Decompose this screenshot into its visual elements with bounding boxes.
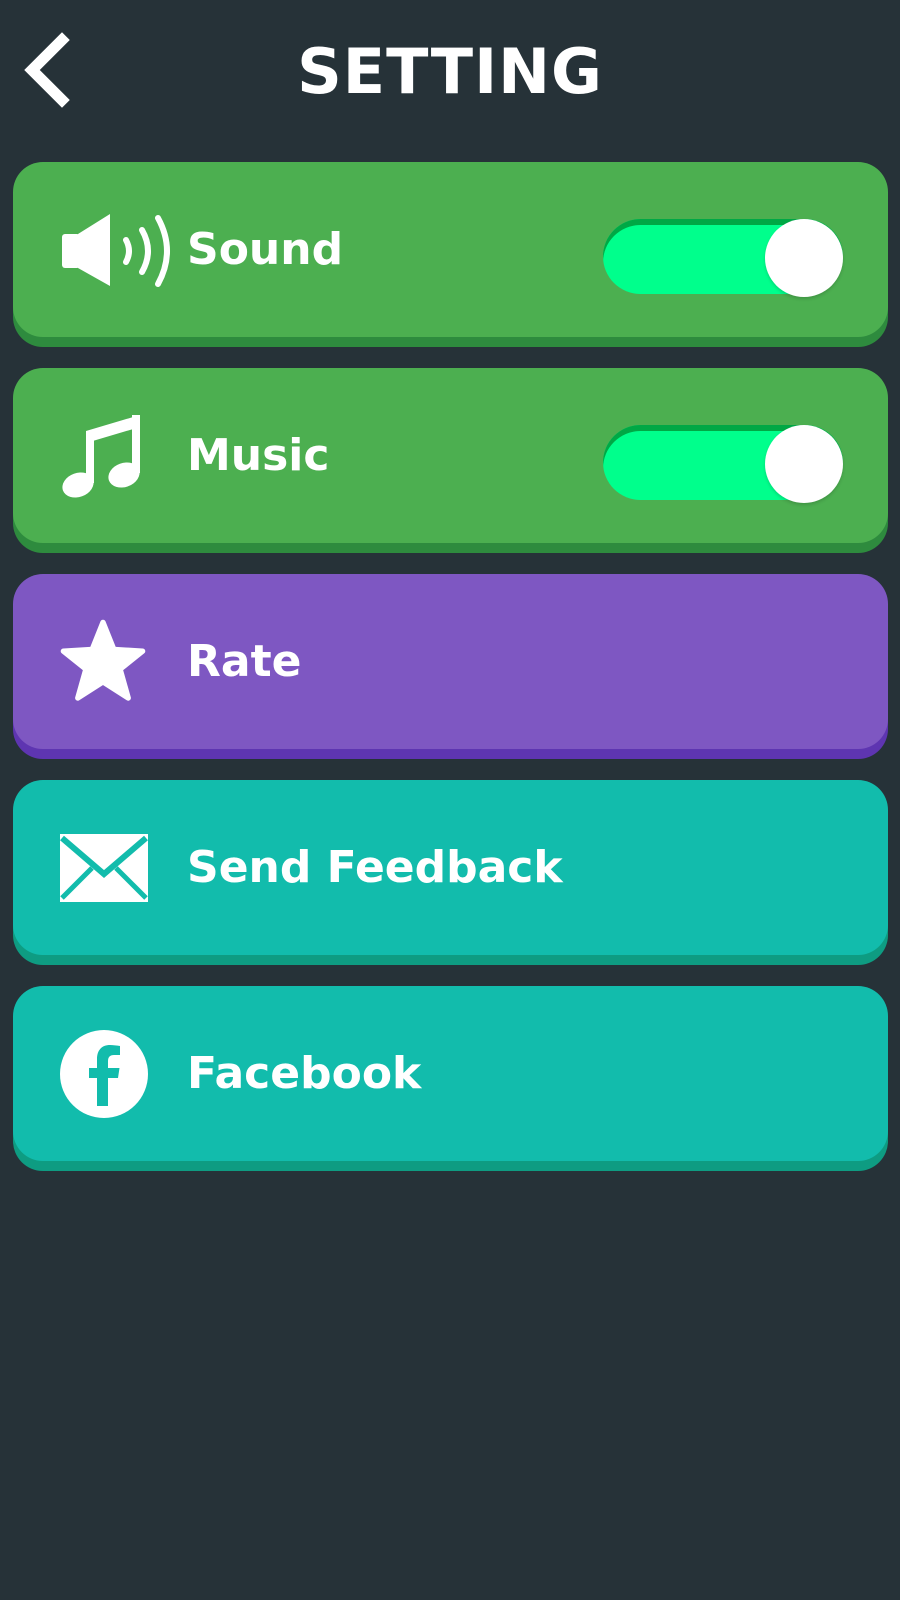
sound-row[interactable]: Sound — [13, 162, 888, 337]
feedback-label: Send Feedback — [187, 842, 563, 893]
sound-toggle[interactable] — [603, 219, 843, 297]
facebook-icon — [58, 1029, 178, 1119]
feedback-row[interactable]: Send Feedback — [13, 780, 888, 955]
sound-toggle-knob — [765, 219, 843, 297]
rate-row[interactable]: Rate — [13, 574, 888, 749]
music-note-icon — [58, 411, 178, 501]
facebook-label: Facebook — [187, 1048, 422, 1099]
rate-label: Rate — [187, 636, 302, 687]
header: SETTING — [0, 0, 900, 150]
sound-label: Sound — [187, 224, 344, 275]
facebook-row[interactable]: Facebook — [13, 986, 888, 1161]
envelope-icon — [58, 823, 178, 913]
music-label: Music — [187, 430, 330, 481]
star-icon — [58, 617, 178, 707]
music-row[interactable]: Music — [13, 368, 888, 543]
page-title: SETTING — [297, 35, 603, 108]
music-toggle[interactable] — [603, 425, 843, 503]
settings-list: Sound Music Rate Send Feedback Facebook — [13, 162, 888, 1192]
speaker-icon — [58, 205, 178, 295]
music-toggle-knob — [765, 425, 843, 503]
